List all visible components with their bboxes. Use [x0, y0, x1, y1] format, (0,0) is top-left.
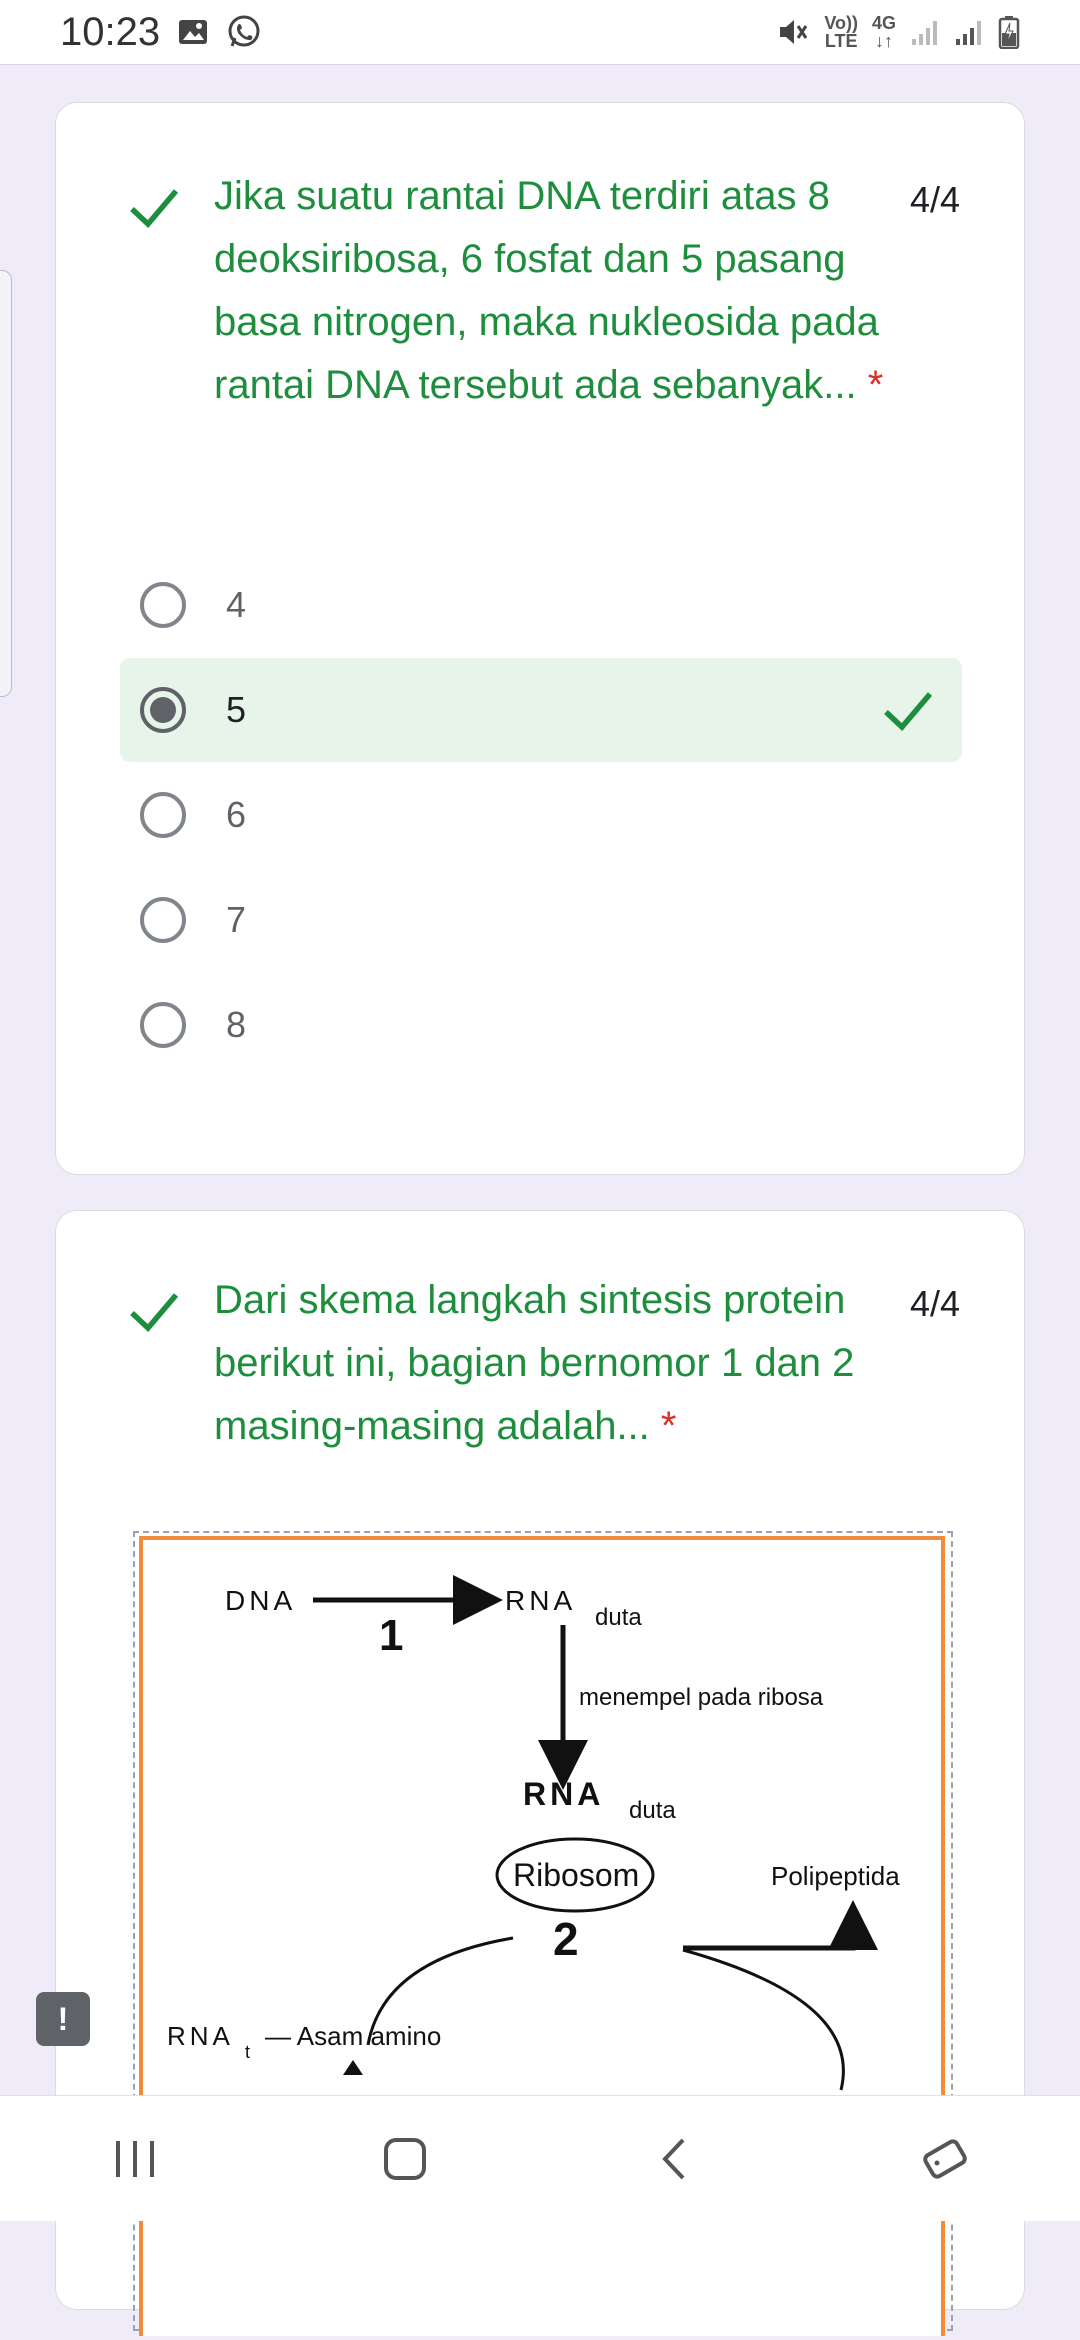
status-left: 10:23 [60, 10, 262, 55]
radio-button[interactable] [140, 792, 186, 838]
status-right: Vo)) LTE 4G ↓↑ [776, 14, 1020, 50]
diagram-duta-label: duta [595, 1604, 642, 1631]
question-2-text: Dari skema langkah sintesis protein beri… [214, 1269, 894, 1458]
data-arrows-icon: ↓↑ [874, 31, 893, 51]
diagram-ribosom-label: Ribosom [513, 1857, 639, 1893]
option-7[interactable]: 7 [120, 868, 962, 972]
battery-charging-icon [998, 15, 1020, 49]
status-time: 10:23 [60, 9, 161, 54]
signal-icon [954, 17, 984, 47]
question-card-1: Jika suatu rantai DNA terdiri atas 8 deo… [55, 102, 1025, 1175]
question-1-body: Jika suatu rantai DNA terdiri atas 8 deo… [214, 174, 879, 407]
option-label: 4 [226, 584, 247, 625]
option-label: 5 [226, 689, 247, 730]
option-5-selected[interactable]: 5 [120, 658, 962, 762]
diagram-number-1: 1 [379, 1611, 403, 1660]
report-problem-button[interactable]: ! [36, 1992, 90, 2046]
arrow-polypeptide [683, 1900, 878, 1951]
rotate-icon [923, 2138, 967, 2179]
diagram-duta2-label: duta [629, 1797, 676, 1824]
lte-text: LTE [824, 31, 858, 51]
diagram-asam-amino-label: — Asam amino [265, 2021, 441, 2051]
correct-check-icon [130, 189, 179, 228]
home-button[interactable] [355, 2109, 455, 2209]
gallery-icon [178, 18, 208, 46]
option-label: 7 [226, 899, 247, 940]
signal-icon [910, 17, 940, 47]
diagram-polipeptida-label: Polipeptida [771, 1861, 900, 1891]
cycle-curve-right [682, 1948, 845, 2091]
recent-apps-icon [116, 2140, 154, 2177]
option-6[interactable]: 6 [120, 763, 962, 867]
arrow-up-partial [343, 2060, 363, 2075]
4g-text: 4G [871, 13, 896, 33]
diagram-number-2: 2 [553, 1913, 579, 1965]
status-bar: 10:23 Vo)) LTE 4G ↓↑ [0, 0, 1080, 64]
network-volte-label: Vo)) LTE [824, 14, 858, 50]
option-label: 8 [226, 1004, 247, 1045]
question-1-score: 4/4 [909, 179, 960, 220]
option-4[interactable]: 4 [120, 553, 962, 657]
volte-text: Vo)) [824, 13, 858, 33]
correct-check-icon [130, 1293, 179, 1332]
system-nav-bar [0, 2095, 1080, 2221]
required-mark: * [660, 1404, 677, 1448]
radio-button[interactable] [140, 1002, 186, 1048]
radio-button[interactable] [140, 897, 186, 943]
radio-dot [150, 697, 176, 723]
option-8[interactable]: 8 [120, 973, 962, 1077]
radio-button[interactable] [140, 582, 186, 628]
question-2-score: 4/4 [909, 1283, 960, 1324]
whatsapp-icon [226, 14, 262, 50]
diagram-rna2-label: RNA [523, 1776, 604, 1812]
diagram-attach-label: menempel pada ribosa [579, 1684, 824, 1711]
question-1-text: Jika suatu rantai DNA terdiri atas 8 deo… [214, 165, 894, 417]
diagram-rna-label: RNA [505, 1585, 576, 1616]
side-edge-panel-handle[interactable] [0, 270, 12, 697]
diagram-rnat-label: RNA [167, 2021, 234, 2051]
back-icon [662, 2138, 685, 2179]
correct-check-icon [884, 692, 933, 731]
status-divider [0, 64, 1080, 65]
option-label: 6 [226, 794, 247, 835]
mute-icon [776, 15, 810, 49]
diagram-t-sub: t [245, 2042, 250, 2062]
network-4g-label: 4G ↓↑ [872, 14, 896, 50]
home-icon [384, 2137, 426, 2180]
back-button[interactable] [625, 2109, 725, 2209]
radio-button-checked[interactable] [140, 687, 186, 733]
required-mark: * [867, 363, 884, 407]
diagram-dna-label: DNA [225, 1585, 296, 1616]
question-2-body: Dari skema langkah sintesis protein beri… [214, 1278, 855, 1448]
recent-apps-button[interactable] [85, 2109, 185, 2209]
rotate-screen-button[interactable] [895, 2109, 995, 2209]
